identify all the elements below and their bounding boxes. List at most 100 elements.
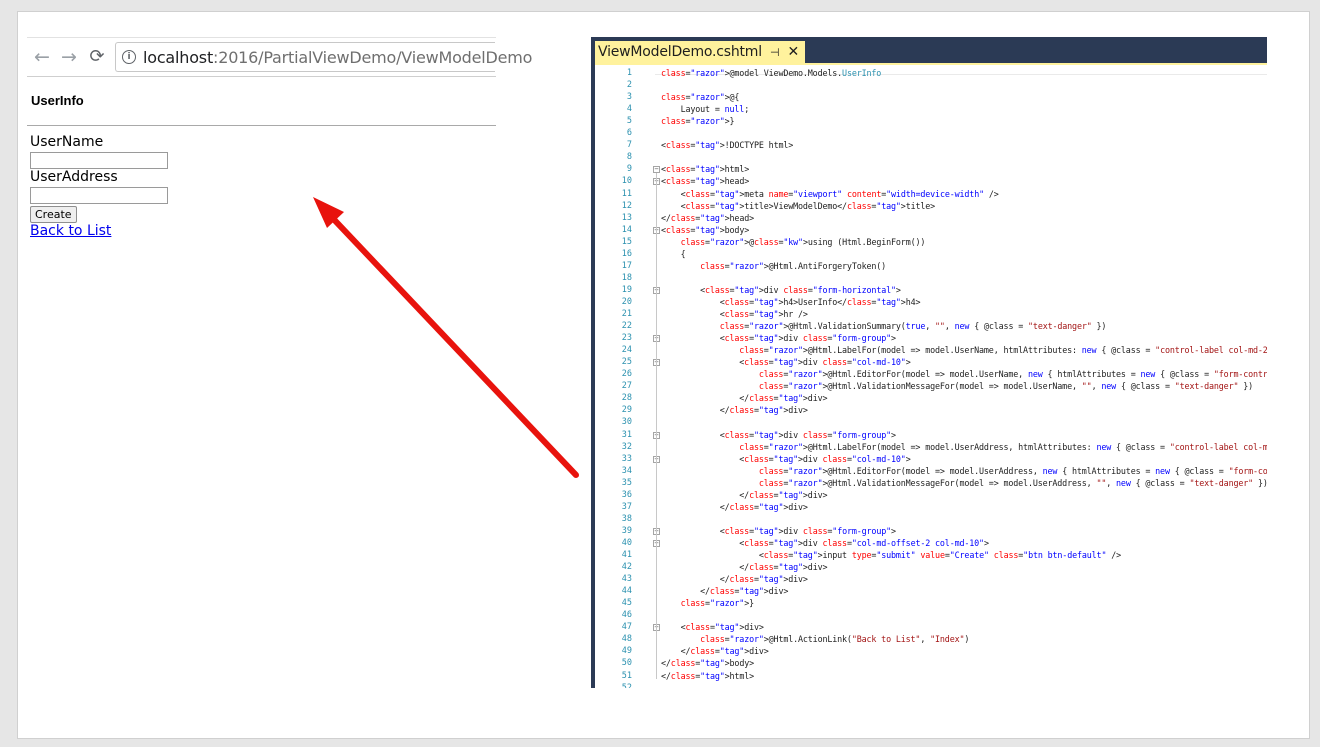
code-line: </class="tag">div> — [661, 562, 828, 573]
code-line: </class="tag">div> — [661, 574, 808, 585]
line-number: 13 — [621, 212, 632, 223]
code-line: class="razor">@{ — [661, 92, 740, 103]
back-to-list-link[interactable]: Back to List — [30, 223, 111, 239]
line-number: 2 — [626, 80, 632, 91]
code-line: </class="tag">div> — [661, 646, 769, 657]
code-line: </class="tag">div> — [661, 405, 808, 416]
url-text[interactable]: localhost:2016/PartialViewDemo/ViewModel… — [143, 48, 532, 67]
useraddress-field[interactable] — [30, 187, 168, 204]
code-line: <class="tag">input type="submit" value="… — [661, 550, 1122, 560]
code-line: <class="tag">div> — [661, 622, 764, 633]
line-number: 26 — [621, 369, 632, 380]
code-line: <class="tag">div class="col-md-10"> — [661, 357, 911, 368]
line-number: 52 — [621, 682, 632, 688]
line-number: 12 — [621, 200, 632, 211]
code-line: </class="tag">head> — [661, 212, 754, 223]
line-number: 51 — [621, 670, 632, 681]
close-icon[interactable]: ✕ — [788, 44, 800, 60]
line-number: 33 — [621, 453, 632, 464]
code-line: class="razor">} — [680, 598, 755, 609]
back-arrow-icon[interactable]: ← — [30, 43, 54, 71]
code-line: class="razor">} — [661, 116, 735, 127]
line-number: 41 — [621, 550, 632, 560]
line-number: 1 — [626, 68, 632, 78]
code-line: class="razor">@Html.EditorFor(model => m… — [758, 465, 1267, 476]
line-number: 7 — [626, 140, 632, 151]
line-number: 8 — [626, 152, 632, 163]
address-bar[interactable]: i localhost:2016/PartialViewDemo/ViewMod… — [115, 42, 532, 72]
line-number: 20 — [621, 296, 632, 307]
line-number: 22 — [621, 321, 632, 332]
line-number: 14 — [621, 224, 632, 235]
line-number: 34 — [621, 465, 632, 476]
page-title: UserInfo — [31, 93, 84, 108]
code-line: class="razor">@Html.LabelFor(model => mo… — [739, 345, 1267, 356]
code-line: { — [661, 248, 686, 259]
username-field[interactable] — [30, 152, 168, 169]
code-line: class="razor">@Html.LabelFor(model => mo… — [739, 441, 1267, 452]
editor-tab[interactable]: ViewModelDemo.cshtml ⊣ ✕ — [595, 41, 806, 63]
code-line: <class="tag">h4>UserInfo</class="tag">h4… — [661, 296, 921, 307]
pin-icon[interactable]: ⊣ — [770, 46, 780, 59]
username-label: UserName — [30, 134, 104, 150]
code-line: <class="tag">meta name="viewport" conten… — [661, 188, 999, 199]
code-editor-window: ViewModelDemo.cshtml ⊣ ✕ 1 class="razor">… — [591, 37, 1267, 688]
line-number: 27 — [621, 381, 632, 392]
line-number: 28 — [621, 393, 632, 404]
code-line: <class="tag">hr /> — [661, 309, 808, 319]
line-number: 6 — [626, 128, 632, 139]
line-number: 25 — [621, 357, 632, 368]
create-button[interactable]: Create — [30, 206, 77, 223]
info-icon[interactable]: i — [122, 50, 136, 64]
line-number: 36 — [621, 489, 632, 500]
code-line: </class="tag">div> — [661, 393, 828, 404]
line-number: 46 — [621, 610, 632, 621]
code-line: <class="tag">body> — [661, 224, 750, 235]
useraddress-label: UserAddress — [30, 169, 118, 185]
line-number: 43 — [621, 574, 632, 585]
code-editor[interactable]: 1 class="razor">@model ViewDemo.Models.Us… — [595, 65, 1267, 688]
line-number: 5 — [626, 116, 632, 127]
code-line: class="razor">@Html.EditorFor(model => m… — [758, 369, 1267, 380]
code-line: <class="tag">html> — [661, 164, 750, 175]
code-line: class="razor">@Html.ValidationMessageFor… — [758, 477, 1267, 488]
code-line: </class="tag">div> — [661, 586, 789, 597]
line-number: 24 — [621, 345, 632, 356]
line-number: 10 — [621, 176, 632, 187]
code-line: <class="tag">head> — [661, 176, 750, 187]
line-number: 16 — [621, 248, 632, 259]
line-number: 47 — [621, 622, 632, 633]
code-line: class="razor">@model ViewDemo.Models.Use… — [661, 68, 882, 78]
code-line: <class="tag">div class="form-group"> — [661, 333, 896, 344]
line-number: 49 — [621, 646, 632, 657]
forward-arrow-icon[interactable]: → — [57, 43, 81, 71]
code-line: class="razor">@class="kw">using (Html.Be… — [680, 236, 926, 247]
arrow-shaft — [321, 206, 579, 478]
horizontal-rule — [27, 125, 496, 126]
url-host: localhost — [143, 48, 214, 67]
line-number: 42 — [621, 562, 632, 573]
fold-toggle-icon[interactable]: − — [653, 166, 660, 174]
browser-toolbar: ← → ⟳ i localhost:2016/PartialViewDemo/V… — [27, 37, 532, 77]
code-line: <class="tag">div class="col-md-offset-2 … — [661, 537, 989, 548]
url-path: :2016/PartialViewDemo/ViewModelDemo — [213, 48, 533, 67]
line-number: 31 — [621, 429, 632, 440]
code-line: <class="tag">div class="form-horizontal"… — [661, 284, 901, 295]
reload-icon[interactable]: ⟳ — [85, 43, 109, 71]
code-line: class="razor">@Html.ValidationSummary(tr… — [719, 321, 1107, 332]
line-number: 40 — [621, 537, 632, 548]
line-number: 48 — [621, 634, 632, 645]
red-arrow-annotation — [313, 197, 579, 478]
line-number: 21 — [621, 309, 632, 319]
line-number: 11 — [621, 188, 632, 199]
line-number: 18 — [621, 272, 632, 283]
line-number: 17 — [621, 260, 632, 271]
line-number: 50 — [621, 658, 632, 669]
line-number: 35 — [621, 477, 632, 488]
line-number: 32 — [621, 441, 632, 452]
line-number: 44 — [621, 586, 632, 597]
code-line: <class="tag">div class="form-group"> — [661, 429, 896, 440]
line-number: 29 — [621, 405, 632, 416]
code-line: </class="tag">html> — [661, 670, 754, 681]
code-line: class="razor">@Html.AntiForgeryToken() — [700, 260, 887, 271]
